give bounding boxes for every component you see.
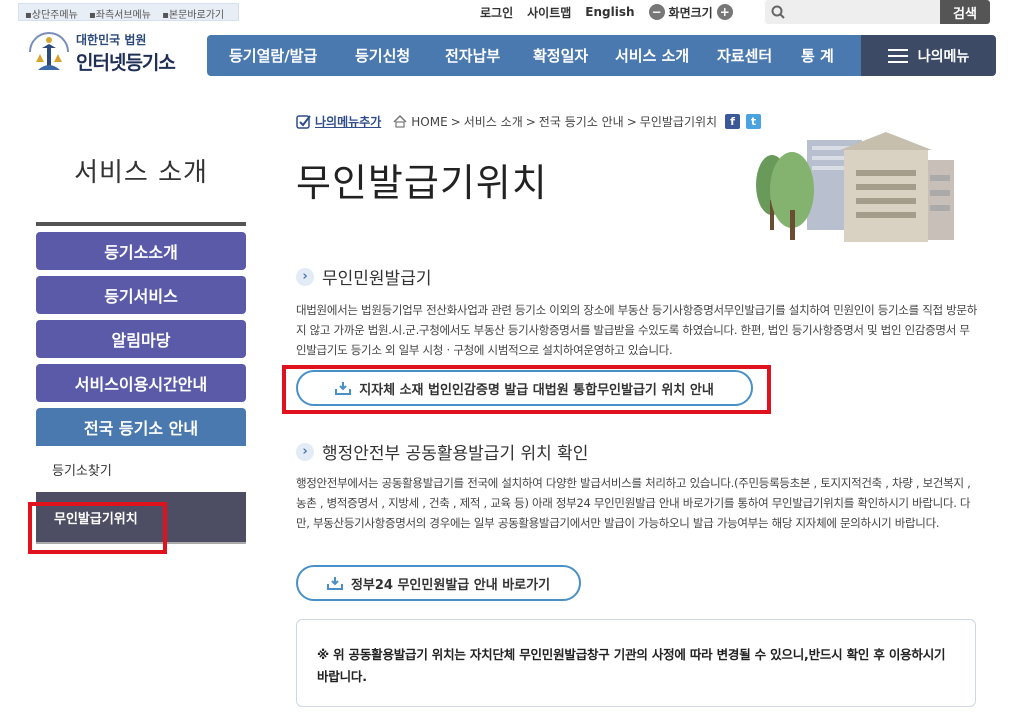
gnb-item-resource-center[interactable]: 자료센터 bbox=[717, 45, 801, 66]
gov24-kiosk-link-button[interactable]: 정부24 무인민원발급 안내 바로가기 bbox=[296, 565, 581, 601]
login-link[interactable]: 로그인 bbox=[480, 4, 513, 21]
skip-link-sub-menu[interactable]: ▪좌측서브메뉴 bbox=[89, 10, 155, 21]
zoom-control: − 화면크기 + bbox=[648, 4, 733, 21]
sidebar-divider bbox=[36, 222, 246, 226]
zoom-out-button[interactable]: − bbox=[648, 4, 665, 20]
breadcrumb-home[interactable]: HOME bbox=[411, 115, 447, 129]
breadcrumb-separator: > bbox=[450, 114, 461, 129]
checkbox-icon bbox=[296, 115, 311, 129]
skip-link-content[interactable]: ▪본문바로가기 bbox=[162, 10, 228, 21]
sidebar: 등기소소개 등기서비스 알림마당 서비스이용시간안내 전국 등기소 안내 등기소… bbox=[36, 232, 246, 544]
section-title-shared-kiosk-text: 행정안전부 공동활용발급기 위치 확인 bbox=[322, 444, 589, 464]
add-my-menu-link[interactable]: 나의메뉴추가 bbox=[315, 113, 381, 130]
download-icon bbox=[326, 577, 343, 590]
sidebar-item-registry-intro[interactable]: 등기소소개 bbox=[36, 232, 246, 270]
twitter-icon[interactable]: t bbox=[746, 114, 762, 129]
sidebar-item-registry-offices[interactable]: 전국 등기소 안내 bbox=[36, 408, 246, 446]
hamburger-icon bbox=[887, 48, 908, 63]
gnb-item-fixed-date[interactable]: 확정일자 bbox=[533, 45, 615, 66]
sidebar-item-service-hours[interactable]: 서비스이용시간안내 bbox=[36, 364, 246, 402]
english-link[interactable]: English bbox=[585, 5, 634, 19]
logo-title: 인터넷등기소 bbox=[76, 52, 176, 74]
highlight-box-sidebar bbox=[28, 502, 167, 554]
gnb-item-service-intro[interactable]: 서비스 소개 bbox=[615, 45, 717, 66]
site-logo[interactable]: 대한민국 법원 인터넷등기소 bbox=[24, 30, 194, 76]
download-icon bbox=[335, 382, 352, 395]
sidebar-item-notice[interactable]: 알림마당 bbox=[36, 320, 246, 358]
search-icon bbox=[771, 5, 785, 19]
logo-subtitle: 대한민국 법원 bbox=[76, 33, 147, 47]
section-desc-shared-kiosk: 행정안전부에서는 공동활용발급기를 전국에 설치하여 다양한 발급서비스를 처리… bbox=[296, 476, 971, 530]
sidebar-title: 서비스 소개 bbox=[74, 158, 208, 188]
notice-box: ※ 위 공동활용발급기 위치는 자치단체 무인민원발급창구 기관의 사정에 따라… bbox=[296, 619, 976, 707]
search-bar: 검색 bbox=[765, 0, 990, 24]
breadcrumb-current: 무인발급기위치 bbox=[639, 115, 718, 129]
zoom-label: 화면크기 bbox=[668, 5, 713, 20]
corporate-kiosk-location-label: 지자체 소재 법인인감증명 발급 대법원 통합무인발급기 위치 안내 bbox=[359, 382, 714, 398]
gnb-item-statistics[interactable]: 통 계 bbox=[801, 45, 851, 66]
search-input[interactable] bbox=[791, 2, 931, 22]
search-button[interactable]: 검색 bbox=[940, 0, 990, 24]
building-illustration bbox=[756, 132, 954, 242]
section-title-shared-kiosk: › 행정안전부 공동활용발급기 위치 확인 bbox=[296, 439, 588, 464]
breadcrumb-service-intro[interactable]: 서비스 소개 bbox=[464, 113, 523, 130]
breadcrumb-registry-offices[interactable]: 전국 등기소 안내 bbox=[539, 113, 624, 130]
utility-bar: 로그인 사이트맵 English − 화면크기 + bbox=[480, 3, 733, 21]
section-desc-kiosk: 대법원에서는 법원등기업무 전산화사업과 관련 등기소 이외의 장소에 부동산 … bbox=[296, 303, 977, 357]
gnb-item-application[interactable]: 등기신청 bbox=[355, 45, 445, 66]
facebook-icon[interactable]: f bbox=[725, 114, 741, 129]
my-menu-button[interactable]: 나의메뉴 bbox=[861, 35, 996, 76]
home-icon bbox=[393, 115, 407, 128]
skip-navigation: ▪상단주메뉴 ▪좌측서브메뉴 ▪본문바로가기 bbox=[18, 3, 240, 21]
search-box bbox=[765, 0, 940, 24]
sidebar-item-registry-service[interactable]: 등기서비스 bbox=[36, 276, 246, 314]
main-navigation: 등기열람/발급 등기신청 전자납부 확정일자 서비스 소개 자료센터 통 계 bbox=[207, 35, 861, 76]
zoom-in-button[interactable]: + bbox=[716, 4, 733, 20]
breadcrumb-separator: > bbox=[525, 114, 536, 129]
my-menu-label: 나의메뉴 bbox=[917, 48, 970, 65]
gov24-kiosk-link-label: 정부24 무인민원발급 안내 바로가기 bbox=[350, 577, 551, 593]
sitemap-link[interactable]: 사이트맵 bbox=[527, 4, 571, 21]
gnb-item-view-issue[interactable]: 등기열람/발급 bbox=[229, 45, 355, 66]
breadcrumb: 나의메뉴추가 HOME > 서비스 소개 > 전국 등기소 안내 > 무인발급기… bbox=[296, 113, 762, 130]
court-emblem-icon bbox=[29, 32, 69, 70]
chevron-right-icon: › bbox=[296, 442, 314, 461]
chevron-right-icon: › bbox=[296, 267, 314, 286]
skip-link-main-menu[interactable]: ▪상단주메뉴 bbox=[25, 10, 82, 21]
corporate-kiosk-location-button[interactable]: 지자체 소재 법인인감증명 발급 대법원 통합무인발급기 위치 안내 bbox=[296, 370, 753, 406]
section-title-kiosk-text: 무인민원발급기 bbox=[322, 269, 432, 289]
breadcrumb-separator: > bbox=[626, 114, 637, 129]
gnb-item-payment[interactable]: 전자납부 bbox=[445, 45, 533, 66]
page-title: 무인발급기위치 bbox=[296, 161, 548, 205]
section-title-kiosk: › 무인민원발급기 bbox=[296, 264, 431, 289]
sidebar-subitem-find-office[interactable]: 등기소찾기 bbox=[36, 446, 246, 492]
